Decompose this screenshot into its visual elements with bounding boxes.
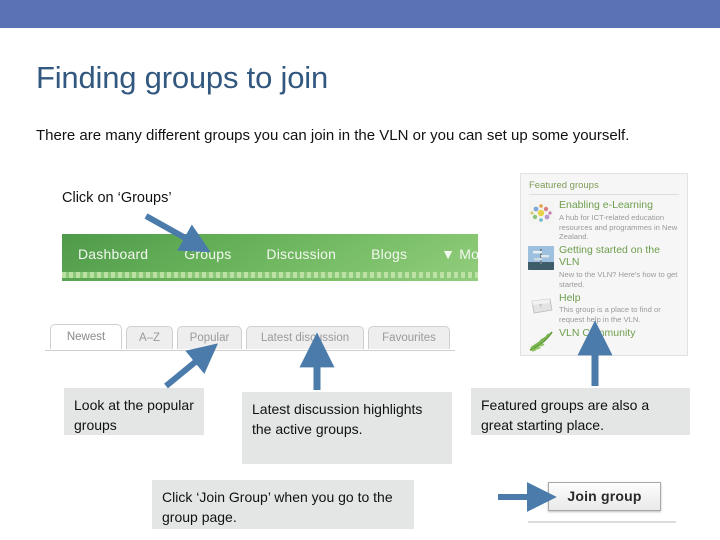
keyboard-key-icon: ? [528, 293, 554, 318]
intro-paragraph: There are many different groups you can … [36, 127, 630, 144]
nav-item-groups[interactable]: Groups [184, 246, 231, 262]
page-title: Finding groups to join [36, 60, 329, 95]
featured-group-desc: New to the VLN? Here's how to get starte… [559, 269, 678, 289]
tab-favourites[interactable]: Favourites [368, 326, 450, 349]
burst-icon [528, 201, 554, 225]
nav-item-discussion[interactable]: Discussion [266, 246, 336, 262]
featured-group-text: Enabling e-Learning A hub for ICT-relate… [559, 199, 681, 242]
featured-group-text: Help This group is a place to find or re… [559, 292, 681, 325]
featured-group-name[interactable]: Help [559, 292, 681, 305]
tab-popular[interactable]: Popular [177, 326, 242, 349]
vln-navigation-bar: Dashboard Groups Discussion Blogs ▼ More [62, 234, 478, 281]
featured-group-name[interactable]: VLN Community [559, 327, 681, 340]
featured-group-name[interactable]: Enabling e-Learning [559, 199, 681, 212]
nav-item-list: Dashboard Groups Discussion Blogs ▼ More [62, 234, 478, 274]
svg-text:?: ? [539, 304, 542, 310]
callout-latest-discussion: Latest discussion highlights the active … [242, 392, 452, 464]
featured-group-desc: This group is a place to find or request… [559, 305, 661, 325]
click-groups-label: Click on ‘Groups’ [62, 190, 172, 206]
tab-newest[interactable]: Newest [50, 324, 122, 349]
featured-group-item[interactable]: Getting started on the VLN New to the VL… [521, 244, 687, 291]
divider [529, 194, 679, 195]
nav-item-more[interactable]: ▼ More [441, 246, 478, 262]
featured-group-item[interactable]: VLN Community [521, 327, 687, 355]
nav-item-blogs[interactable]: Blogs [371, 246, 407, 262]
join-group-underline [528, 521, 676, 523]
fern-icon [528, 329, 554, 354]
featured-groups-title: Featured groups [529, 180, 599, 191]
tab-latest-discussion[interactable]: Latest discussion [246, 326, 364, 349]
callout-featured-groups: Featured groups are also a great startin… [471, 388, 690, 435]
join-group-button[interactable]: Join group [548, 482, 661, 511]
callout-popular-groups: Look at the popular groups [64, 388, 204, 435]
navbar-dotted-strip [62, 272, 478, 278]
signpost-icon [528, 246, 554, 271]
featured-group-text: VLN Community [559, 327, 681, 353]
featured-group-item[interactable]: ? Help This group is a place to find or … [521, 292, 687, 327]
featured-groups-panel: Featured groups Enabling e-Learning A hu… [520, 173, 688, 356]
tab-strip: Newest A–Z Popular Latest discussion Fav… [50, 324, 450, 352]
callout-join-group: Click ‘Join Group’ when you go to the gr… [152, 480, 414, 529]
featured-group-name[interactable]: Getting started on the VLN [559, 245, 681, 269]
arrow-popular-tab [164, 343, 218, 389]
featured-group-desc: A hub for ICT-related education resource… [559, 212, 678, 242]
tab-a-z[interactable]: A–Z [126, 326, 173, 349]
featured-group-text: Getting started on the VLN New to the VL… [559, 245, 681, 289]
nav-item-dashboard[interactable]: Dashboard [78, 246, 148, 262]
featured-group-item[interactable]: Enabling e-Learning A hub for ICT-relate… [521, 199, 687, 244]
header-band [0, 0, 720, 28]
